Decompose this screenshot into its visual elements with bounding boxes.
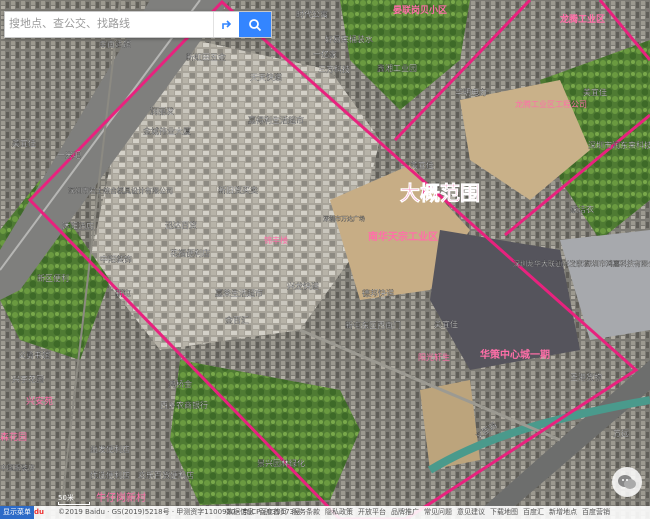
label-shidai-apartment[interactable]: 时代公寓 [296,9,328,19]
scale-label: 50米 [58,494,74,502]
label-jiayi-market[interactable]: 嘉得利生活超市 [248,115,304,125]
label-longteng-eng[interactable]: 龙腾工业区工程公司 [515,99,587,109]
map-scale: 50米 [58,493,90,505]
search-button[interactable] [239,12,271,37]
label-jiajie[interactable]: 家洁衣 [570,204,594,214]
label-luofeng-house[interactable]: 锦丰楼 [264,235,288,245]
footer-link[interactable]: 百度首页 [259,506,287,519]
footer-link[interactable]: 服务条款 [292,506,320,519]
label-niuwei-xinchun[interactable]: 牛仔岗新村 [96,491,146,504]
label-huace-yiqi[interactable]: 华策中心城一期 [480,348,550,361]
label-xinqu-store[interactable]: 新区便利 [37,273,69,283]
label-yixuan-hotel2[interactable]: 优选便利店 [90,470,130,480]
footer-link[interactable]: 百度汇 [523,506,544,519]
footer-link[interactable]: 下载地图 [490,506,518,519]
label-xunlei-home[interactable]: 迅达百货 [165,220,197,230]
label-jiarong-market[interactable]: 嘉荣生活超市 [215,288,263,298]
label-xixiang-bank[interactable]: 西乡农商银行 [160,400,208,410]
satellite-map[interactable]: 晏联岗贝小区 龙腾工业区 美宜佳 时代公寓 好易来桶装水 一亿家 三方科技 鑫湘… [0,0,650,519]
label-yixuan-hotel[interactable]: 益发便利店 [90,444,130,454]
label-shanlian-village[interactable]: 晏联岗贝小区 [393,4,447,16]
footer-link[interactable]: 品牌推广 [391,506,419,519]
label-shenzhen-mall[interactable]: 深圳市万达广场 [323,215,365,223]
label-shenzhen-tech2[interactable]: 深圳市鸿嘉科技有限公司 [585,259,650,268]
label-park-east[interactable]: 新屯东区西南门 [345,320,401,330]
label-meiyijia-top[interactable]: 美宜佳 [583,87,607,97]
label-zhonglin-decor[interactable]: 中阳装饰 [100,254,132,264]
label-shenzhen-tech[interactable]: 深圳市润东来科技有限公司 [588,140,650,150]
footer-links: 数据信息 百度首页 服务条款 隐私政策 开放平台 品牌推广 常见问题 意见建议 … [226,506,650,519]
show-menu-button[interactable]: 显示菜单 [0,506,34,519]
footer-link[interactable]: 百度营销 [582,506,610,519]
baidu-logo: du [34,508,44,516]
footer-link[interactable]: 开放平台 [358,506,386,519]
label-jinbai-house[interactable]: 金百汇 [225,315,249,325]
footer-link[interactable]: 常见问题 [424,506,452,519]
label-tiantian-fast[interactable]: 天天快递 [250,72,282,82]
label-meiyijia-left[interactable]: 美宜佳 [12,138,36,148]
search-bar [4,11,272,38]
label-meiyijia-mid[interactable]: 美宜佳 [434,319,458,329]
label-fangyuan[interactable]: 方远 [613,428,629,438]
label-runlifa[interactable]: 润丽发 [150,106,174,116]
label-jiaoyi-xuexiao[interactable]: 义勇书馆 [18,350,50,360]
label-xinxiang-industrial[interactable]: 鑫湘工业园 [377,63,417,73]
footer-link[interactable]: 隐私政策 [325,506,353,519]
label-hongqiao-jin[interactable]: 鸿桥金 [168,379,192,389]
label-longteng-industrial[interactable]: 龙腾工业区 [559,13,605,25]
label-xingan-yuan[interactable]: 兴安苑 [26,395,53,407]
label-nanfang-industrial[interactable]: 南华天宗工业区 [368,230,438,243]
label-shenzhen-longhua[interactable]: 深圳龙华大联通兴发家私 [513,259,590,268]
label-xinjiu-goods[interactable]: 新旧货买卖 [218,185,258,195]
label-shenzhen-design[interactable]: 深圳市君士综合模具设计有限公司 [68,186,173,195]
label-jinzhen-building[interactable]: 金城伟业大厦 [143,126,191,136]
label-xingyu-garden[interactable]: 兴宇花园 [12,374,44,384]
route-button[interactable] [213,12,240,37]
footer-link[interactable]: 意见建议 [457,506,485,519]
search-icon [249,18,262,31]
map-footer: 显示菜单 du ©2019 Baidu · GS(2019)5218号 · 甲测… [0,506,650,519]
route-icon [222,19,232,29]
label-yanggunghao[interactable]: 阳光轩生 [418,352,450,362]
label-zhongji-cloth[interactable]: 中国服装店 [0,463,35,472]
wechat-icon [612,467,642,497]
range-label: 大概范围 [400,181,480,205]
label-muyang-hotel[interactable]: 沐阳酒店 [62,221,94,231]
label-good-water[interactable]: 好易来桶装水 [325,34,373,44]
label-road-xintun[interactable]: 新屯 [115,288,131,298]
label-xingnan-pub[interactable]: 幸南酒馆 [99,39,131,49]
label-jiamei-garden[interactable]: 森花园 [0,431,27,443]
label-dexin-fast[interactable]: 德邦快递 [362,288,394,298]
label-yijiayi[interactable]: 一亿家 [313,49,337,59]
label-yimi-bar[interactable]: 一米吧 [57,150,81,160]
label-linghongtian[interactable]: 新虹田五金 [186,52,226,62]
label-xinglong-fast[interactable]: 兴龙快递 [287,281,319,291]
label-huafu-market[interactable]: 花福便利店 [170,248,210,258]
label-jiaxin-market[interactable]: 欢乐百货便利店 [138,470,194,480]
footer-link[interactable]: 新增地点 [549,506,577,519]
scale-bar [58,502,90,505]
label-jingtai-fruit[interactable]: 景兴园林绿化 [257,458,305,468]
footer-link[interactable]: 数据信息 [226,506,254,519]
label-shengtong-vessel[interactable]: 圣港货物 [570,372,602,382]
label-sanfang-tech[interactable]: 三方科技 [318,64,350,74]
search-input[interactable] [9,15,207,32]
label-huaming-power[interactable]: 华明电力 [455,87,487,97]
label-mywhy[interactable]: 美宜佳 [410,160,434,170]
